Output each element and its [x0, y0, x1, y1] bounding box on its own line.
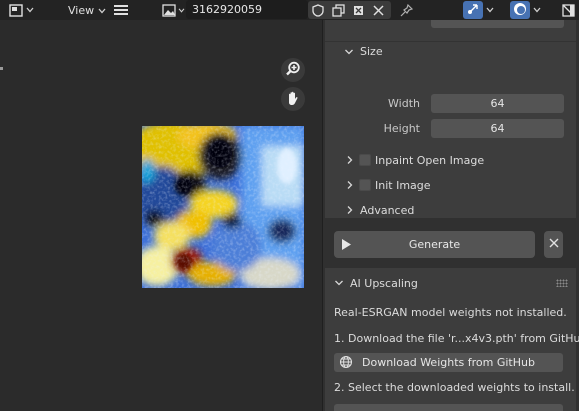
- ai-upscaling-title: AI Upscaling: [350, 276, 418, 290]
- properties-sidebar: Size Width 64 Height 64 Inpaint Open Ima…: [322, 20, 579, 411]
- image-browse-button[interactable]: [160, 1, 186, 19]
- globe-icon: [339, 355, 353, 372]
- download-weights-button[interactable]: Download Weights from GitHub: [334, 353, 563, 372]
- drag-grip-icon[interactable]: [556, 279, 568, 287]
- region-edge-handle[interactable]: [0, 67, 3, 70]
- download-weights-label: Download Weights from GitHub: [362, 356, 535, 369]
- height-label: Height: [383, 122, 420, 135]
- zoom-button[interactable]: [281, 58, 305, 82]
- close-icon: [549, 238, 559, 251]
- overlay-options-dropdown[interactable]: [532, 1, 542, 19]
- duplicate-image-button[interactable]: [328, 1, 348, 19]
- editor-type-selector[interactable]: [6, 1, 36, 19]
- init-image-label: Init Image: [375, 178, 431, 192]
- inpaint-checkbox[interactable]: [359, 154, 371, 166]
- download-instruction: 1. Download the file 'r...x4v3.pth' from…: [334, 332, 579, 345]
- image-actions-group: [308, 1, 391, 19]
- image-editor-icon: [8, 3, 23, 17]
- generated-image: [142, 126, 304, 288]
- height-field[interactable]: 64: [431, 119, 564, 138]
- init-image-checkbox[interactable]: [359, 179, 371, 191]
- inpaint-label: Inpaint Open Image: [375, 153, 485, 167]
- generate-button[interactable]: Generate: [334, 231, 535, 258]
- navigation-gizmo-icon: [467, 2, 480, 18]
- view-menu[interactable]: View: [64, 2, 110, 18]
- image-editor-header: View 3162920059: [0, 0, 579, 20]
- image-viewport[interactable]: [0, 20, 322, 411]
- view-menu-label: View: [68, 3, 95, 17]
- chevron-down-icon: [334, 278, 344, 288]
- hamburger-menu-icon: [114, 4, 128, 16]
- gizmo-options-dropdown[interactable]: [485, 1, 495, 19]
- chevron-down-icon: [178, 7, 185, 13]
- settings-panel: Size Width 64 Height 64 Inpaint Open Ima…: [325, 20, 576, 218]
- overlay-toggle-button[interactable]: [510, 1, 530, 19]
- init-image-panel-header[interactable]: Init Image: [325, 175, 576, 195]
- ai-upscaling-header[interactable]: AI Upscaling: [325, 273, 576, 293]
- unlink-image-icon: [352, 4, 365, 17]
- chevron-down-icon: [344, 47, 354, 57]
- gizmo-toggle-button[interactable]: [463, 1, 483, 19]
- advanced-panel-header[interactable]: Advanced: [325, 200, 576, 220]
- chevron-right-icon: [345, 155, 355, 165]
- shield-icon: [312, 3, 324, 17]
- unlink-image-button[interactable]: [348, 1, 368, 19]
- inpaint-panel-header[interactable]: Inpaint Open Image: [325, 150, 576, 170]
- chevron-down-icon: [486, 7, 494, 13]
- sidebar-toggle-icon: [562, 3, 575, 17]
- import-weights-button[interactable]: [334, 404, 563, 411]
- advanced-label: Advanced: [360, 203, 415, 217]
- chevron-down-icon: [533, 7, 541, 13]
- chevron-right-icon: [345, 205, 355, 215]
- pin-button[interactable]: [396, 1, 416, 19]
- chevron-down-icon: [98, 4, 106, 17]
- play-icon: [341, 238, 352, 254]
- pan-button[interactable]: [281, 87, 305, 111]
- generate-label: Generate: [408, 238, 461, 251]
- zoom-icon: [285, 61, 301, 80]
- duplicate-image-icon: [331, 3, 345, 17]
- image-browse-icon: [161, 3, 176, 17]
- hand-pan-icon: [285, 90, 301, 109]
- cancel-generate-button[interactable]: [544, 231, 563, 258]
- overlay-icon: [513, 2, 527, 19]
- close-icon: [372, 4, 384, 16]
- close-image-button[interactable]: [368, 1, 388, 19]
- width-field[interactable]: 64: [431, 94, 564, 113]
- size-panel-title: Size: [360, 45, 383, 58]
- pin-icon: [400, 3, 413, 17]
- size-panel-header[interactable]: Size: [325, 41, 576, 61]
- fake-user-button[interactable]: [308, 1, 328, 19]
- weights-missing-message: Real-ESRGAN model weights not installed.: [334, 306, 567, 319]
- image-name-field[interactable]: 3162920059: [186, 0, 308, 19]
- hamburger-menu-button[interactable]: [112, 1, 130, 19]
- install-instruction: 2. Select the downloaded weights to inst…: [334, 381, 575, 394]
- chevron-right-icon: [345, 180, 355, 190]
- chevron-down-icon: [26, 7, 34, 13]
- partial-field[interactable]: [431, 20, 564, 28]
- sidebar-toggle-button[interactable]: [560, 1, 577, 19]
- width-label: Width: [388, 97, 420, 110]
